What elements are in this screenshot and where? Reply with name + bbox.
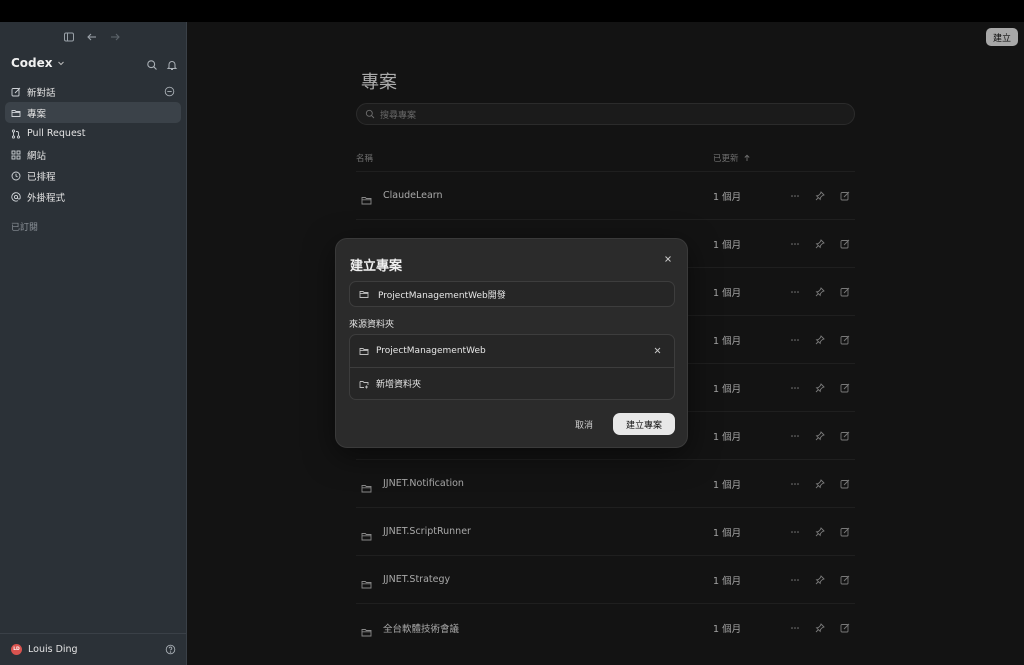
avatar: LD	[11, 644, 22, 655]
source-folder-list: ProjectManagementWeb 新增資料夾	[349, 334, 675, 400]
sidebar-tools	[145, 58, 178, 71]
user-profile[interactable]: LD Louis Ding	[0, 633, 187, 665]
cancel-button[interactable]: 取消	[575, 418, 593, 431]
folder-icon	[359, 348, 369, 355]
app-title: Codex	[11, 56, 53, 70]
clock-icon	[11, 171, 21, 180]
create-project-button[interactable]: 建立專案	[613, 413, 675, 435]
source-folder-label: 來源資料夾	[349, 320, 395, 330]
sidebar-nav: 新對話 專案 Pull Request 網站 已排程 外掛程式	[5, 81, 181, 207]
sidebar-item-label: 專案	[27, 108, 47, 120]
sidebar-item-label: Pull Request	[27, 128, 86, 139]
sidebar-item-sites[interactable]: 網站	[5, 144, 181, 165]
create-project-dialog: 建立專案 ProjectManagementWeb開發 來源資料夾 Projec…	[335, 238, 688, 448]
sidebar: Codex 新對話 專案 Pull Request 網站 已排程 外掛程式 已訂…	[0, 22, 187, 665]
folder-add-icon	[359, 380, 369, 388]
sidebar-item-plugins[interactable]: 外掛程式	[5, 186, 181, 207]
grid-icon	[11, 150, 21, 159]
dialog-title: 建立專案	[350, 259, 403, 274]
subscribed-section-label: 已訂閱	[11, 223, 39, 233]
sidebar-toggle-icon[interactable]	[62, 30, 75, 43]
pull-request-icon	[11, 128, 21, 139]
add-folder-button[interactable]: 新增資料夾	[350, 367, 674, 399]
sidebar-item-label: 新對話	[27, 87, 56, 99]
chevron-down-icon	[57, 56, 65, 70]
forward-arrow-icon[interactable]	[108, 30, 121, 43]
source-folder-name: ProjectManagementWeb	[376, 346, 486, 356]
sidebar-item-new-chat[interactable]: 新對話	[5, 81, 181, 102]
source-folder-item[interactable]: ProjectManagementWeb	[350, 335, 674, 367]
add-folder-label: 新增資料夾	[376, 380, 422, 390]
project-name-field[interactable]: ProjectManagementWeb開發	[349, 281, 675, 307]
help-icon[interactable]	[165, 644, 176, 655]
back-arrow-icon[interactable]	[85, 30, 98, 43]
title-bar	[0, 0, 1024, 22]
sidebar-item-label: 已排程	[27, 171, 56, 183]
search-icon[interactable]	[145, 58, 158, 71]
folder-icon	[11, 109, 21, 117]
bell-icon[interactable]	[165, 58, 178, 71]
sidebar-item-label: 外掛程式	[27, 192, 66, 204]
at-icon	[11, 191, 21, 202]
sidebar-item-projects[interactable]: 專案	[5, 102, 181, 123]
compose-icon	[11, 87, 21, 96]
sidebar-item-scheduled[interactable]: 已排程	[5, 165, 181, 186]
folder-icon	[359, 291, 369, 298]
sidebar-item-label: 網站	[27, 150, 47, 162]
sidebar-item-pull-request[interactable]: Pull Request	[5, 123, 181, 144]
window-controls	[62, 30, 121, 43]
user-name: Louis Ding	[28, 644, 78, 655]
project-name-value: ProjectManagementWeb開發	[378, 290, 506, 301]
close-icon[interactable]	[663, 254, 673, 264]
app-switcher[interactable]: Codex	[11, 56, 65, 70]
add-circle-icon[interactable]	[164, 86, 175, 97]
remove-icon[interactable]	[653, 346, 662, 355]
